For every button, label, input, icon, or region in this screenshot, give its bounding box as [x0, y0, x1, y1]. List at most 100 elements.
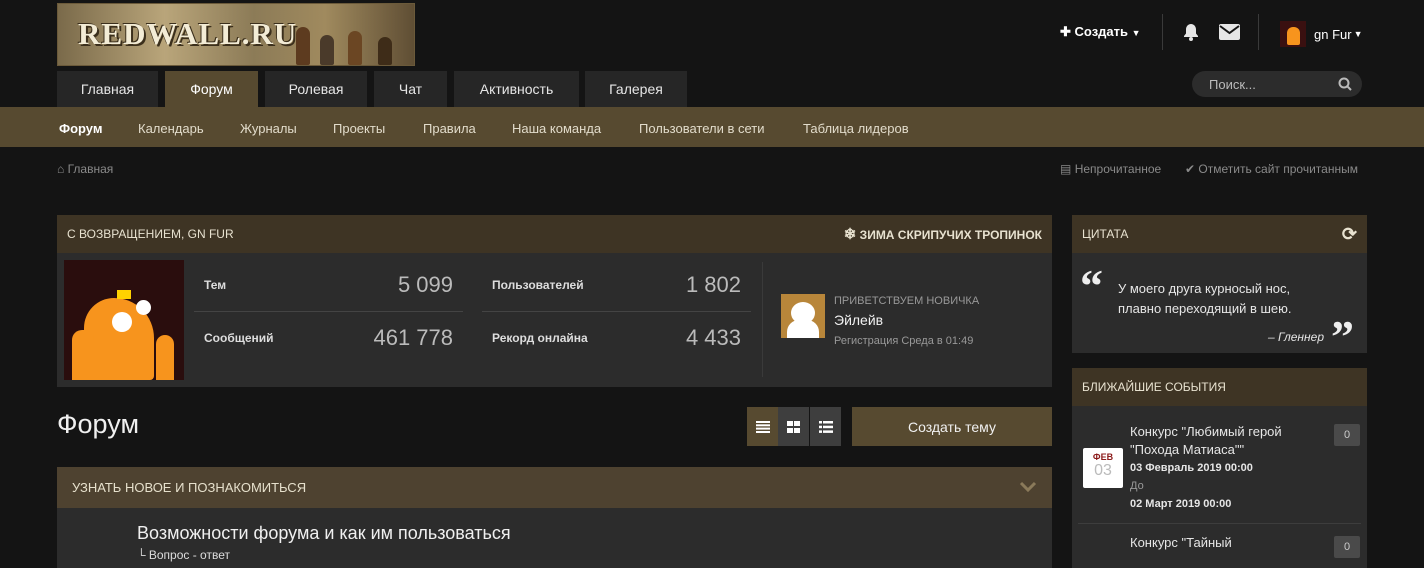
- user-menu[interactable]: gn Fur ▼: [1280, 21, 1363, 47]
- stat-posts-label: Сообщений: [204, 331, 274, 345]
- calendar-day: 03: [1094, 462, 1112, 479]
- mark-read-link[interactable]: ✔ Отметить сайт прочитанным: [1185, 162, 1358, 176]
- newcomer-heading: ПРИВЕТСТВУЕМ НОВИЧКА: [834, 295, 980, 307]
- grid-icon: [787, 420, 800, 433]
- stat-users-value: 1 802: [685, 272, 741, 297]
- events-title: БЛИЖАЙШИЕ СОБЫТИЯ: [1082, 380, 1226, 394]
- stat-topics-value: 5 099: [397, 272, 453, 297]
- subforum-link[interactable]: └ Вопрос - ответ: [137, 548, 230, 562]
- logo-figure: [378, 37, 392, 65]
- envelope-icon[interactable]: [1219, 24, 1240, 45]
- category-title: УЗНАТЬ НОВОЕ И ПОЗНАКОМИТЬСЯ: [72, 480, 307, 495]
- home-icon: ⌂: [57, 162, 65, 176]
- subnav-calendar[interactable]: Календарь: [138, 121, 204, 136]
- page-title: Форум: [57, 409, 140, 439]
- breadcrumb[interactable]: ⌂ Главная: [57, 162, 113, 176]
- site-logo[interactable]: REDWALL.RU: [57, 3, 415, 66]
- subnav-rules[interactable]: Правила: [423, 121, 476, 136]
- divider: [1162, 14, 1163, 50]
- logo-figure: [296, 27, 310, 65]
- quote-header: ЦИТАТА ⟳: [1072, 215, 1367, 253]
- newspaper-icon: ▤: [1060, 162, 1072, 176]
- search-icon: [1338, 77, 1352, 91]
- event-title-line: "Похода Матиаса"": [1130, 442, 1245, 457]
- calendar-month: ФЕВ: [1092, 452, 1114, 462]
- search-input[interactable]: Поиск...: [1192, 71, 1362, 97]
- grid-view-button[interactable]: [778, 407, 809, 446]
- event-start-date: 03 Февраль 2019 00:00: [1130, 462, 1253, 474]
- tab-chat[interactable]: Чат: [374, 71, 447, 107]
- caret-down-icon: ▼: [1131, 28, 1141, 38]
- theme-link[interactable]: ❄ ЗИМА СКРИПУЧИХ ТРОПИНОК: [844, 225, 1042, 243]
- unread-link[interactable]: ▤ Непрочитанное: [1060, 162, 1161, 176]
- quote-line: плавно переходящий в шею.: [1118, 301, 1292, 316]
- events-widget: БЛИЖАЙШИЕ СОБЫТИЯ Конкурс "Любимый герой…: [1072, 368, 1367, 568]
- logo-text: REDWALL.RU: [78, 16, 298, 51]
- tab-roleplay[interactable]: Ролевая: [265, 71, 367, 107]
- divider: [1078, 523, 1361, 524]
- event-count-badge: 0: [1334, 424, 1360, 446]
- subnav-leaderboard[interactable]: Таблица лидеров: [803, 121, 909, 136]
- welcome-panel: С ВОЗВРАЩЕНИЕМ, GN FUR ❄ ЗИМА СКРИПУЧИХ …: [57, 215, 1052, 387]
- subnav-team[interactable]: Наша команда: [512, 121, 601, 136]
- username: gn Fur: [1314, 26, 1352, 42]
- theme-label: ЗИМА СКРИПУЧИХ ТРОПИНОК: [859, 228, 1042, 242]
- bell-icon[interactable]: [1181, 22, 1201, 47]
- welcome-title: С ВОЗВРАЩЕНИЕМ, GN FUR: [67, 227, 234, 241]
- subnav-journals[interactable]: Журналы: [240, 121, 297, 136]
- plus-icon: ✚: [1060, 24, 1071, 39]
- divider: [194, 311, 463, 312]
- create-menu-button[interactable]: ✚ Создать ▼: [1060, 24, 1141, 40]
- chevron-down-icon[interactable]: [1019, 480, 1037, 495]
- logo-figure: [320, 35, 334, 65]
- user-avatar-large[interactable]: [64, 260, 184, 380]
- logo-figure: [348, 31, 362, 65]
- refresh-icon[interactable]: ⟳: [1342, 224, 1357, 245]
- subnav-projects[interactable]: Проекты: [333, 121, 385, 136]
- tab-activity[interactable]: Активность: [454, 71, 579, 107]
- tab-forum[interactable]: Форум: [165, 71, 258, 107]
- create-label: Создать: [1074, 24, 1128, 39]
- divider: [482, 311, 751, 312]
- quote-text: У моего друга курносый нос, плавно перех…: [1118, 279, 1292, 319]
- breadcrumb-home: Главная: [67, 162, 114, 176]
- table-list-icon: [818, 420, 833, 433]
- search-placeholder: Поиск...: [1209, 76, 1256, 92]
- event-end-date: 02 Март 2019 00:00: [1130, 498, 1232, 510]
- stat-topics-label: Тем: [204, 278, 227, 292]
- stat-posts-value: 461 778: [373, 325, 453, 350]
- mark-read-label: Отметить сайт прочитанным: [1198, 162, 1358, 176]
- welcome-header: С ВОЗВРАЩЕНИЕМ, GN FUR ❄ ЗИМА СКРИПУЧИХ …: [57, 215, 1052, 253]
- user-avatar: [1280, 21, 1306, 47]
- category-header[interactable]: УЗНАТЬ НОВОЕ И ПОЗНАКОМИТЬСЯ: [57, 467, 1052, 508]
- quote-title: ЦИТАТА: [1082, 227, 1129, 241]
- forum-node-title[interactable]: Возможности форума и как им пользоваться: [137, 523, 511, 544]
- subforum-label: Вопрос - ответ: [148, 548, 230, 562]
- event-title[interactable]: Конкурс "Любимый герой "Похода Матиаса"": [1130, 423, 1310, 459]
- event-until-label: До: [1130, 480, 1144, 492]
- newcomer-registered: Регистрация Среда в 01:49: [834, 335, 974, 347]
- quote-author: – Гленнер: [1267, 330, 1324, 344]
- event-title[interactable]: Конкурс "Тайный: [1130, 534, 1232, 552]
- events-header: БЛИЖАЙШИЕ СОБЫТИЯ: [1072, 368, 1367, 406]
- event-count-badge: 0: [1334, 536, 1360, 558]
- newcomer-name[interactable]: Эйлейв: [834, 312, 883, 328]
- tab-gallery[interactable]: Галерея: [585, 71, 687, 107]
- caret-down-icon: ▼: [1353, 29, 1363, 39]
- list-view-button[interactable]: [747, 407, 778, 446]
- snowflake-icon: ❄: [843, 226, 857, 243]
- newcomer-avatar[interactable]: [781, 294, 825, 338]
- quote-line: У моего друга курносый нос,: [1118, 281, 1291, 296]
- list-icon: [755, 420, 770, 433]
- forum-node: Возможности форума и как им пользоваться…: [57, 508, 1052, 568]
- stat-record-label: Рекорд онлайна: [492, 331, 588, 345]
- event-title-line: Конкурс "Любимый герой: [1130, 424, 1282, 439]
- tab-home[interactable]: Главная: [57, 71, 158, 107]
- subforum-arrow-icon: └: [137, 548, 146, 562]
- check-icon: ✔: [1185, 162, 1196, 176]
- create-topic-button[interactable]: Создать тему: [852, 407, 1052, 446]
- subnav-online-users[interactable]: Пользователи в сети: [639, 121, 765, 136]
- subnav-forum[interactable]: Форум: [59, 121, 102, 136]
- compact-view-button[interactable]: [810, 407, 841, 446]
- stat-users-label: Пользователей: [492, 278, 584, 292]
